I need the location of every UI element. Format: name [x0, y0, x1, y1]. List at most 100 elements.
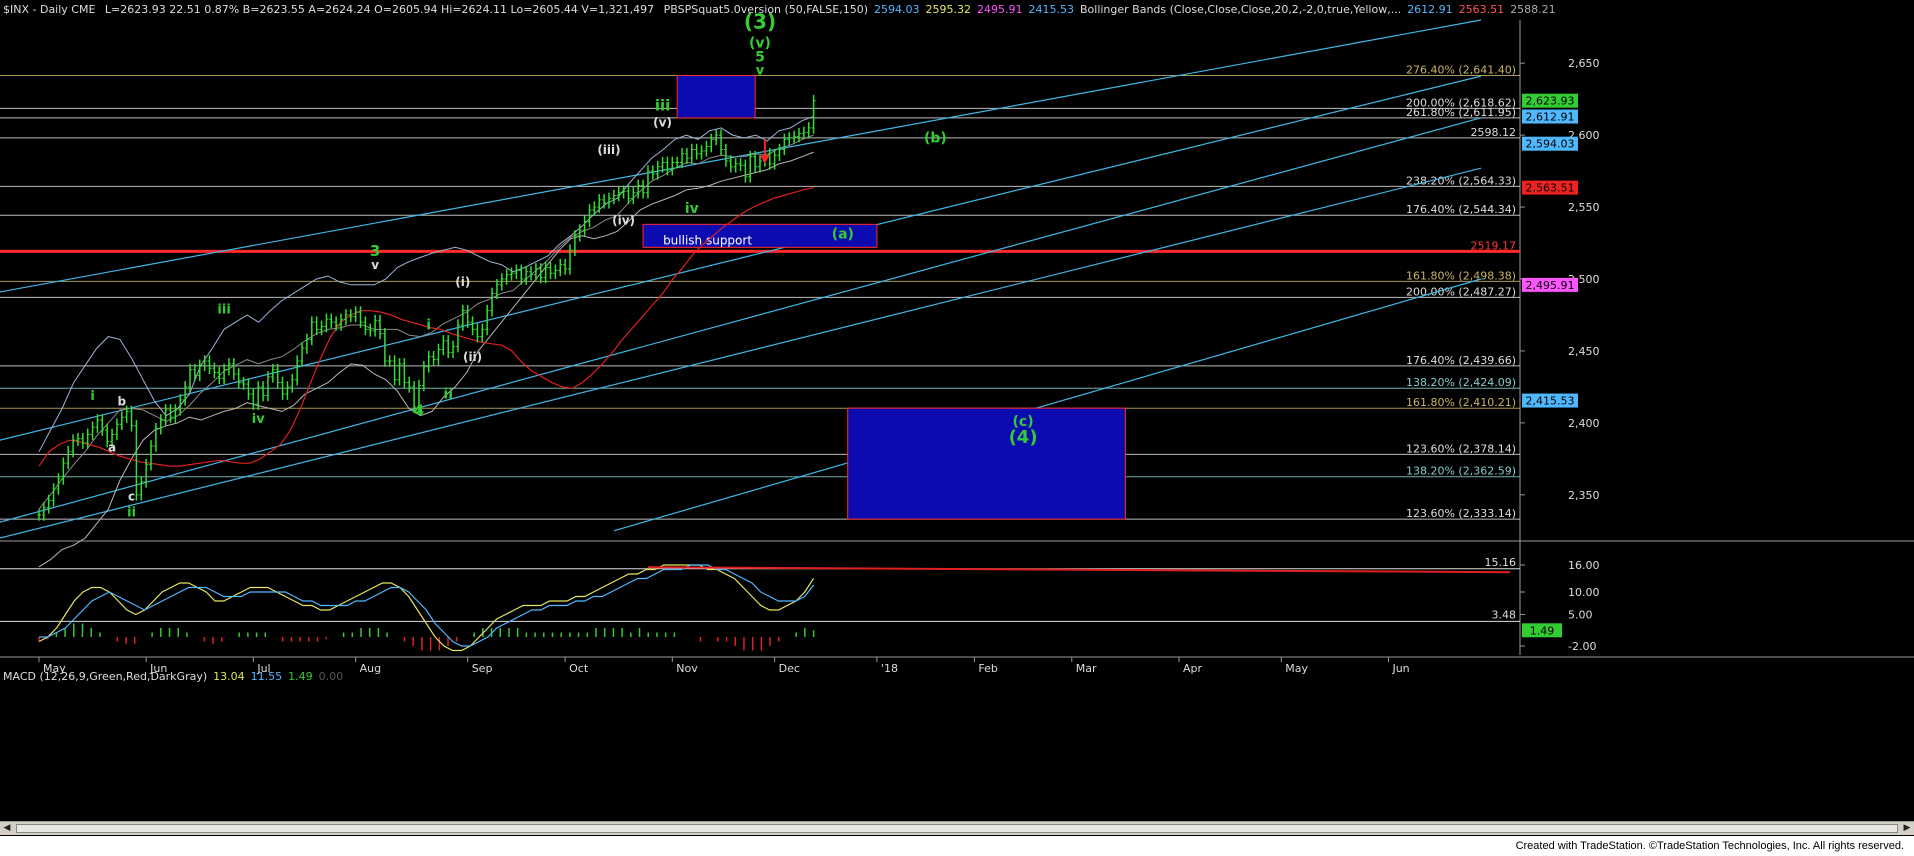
- study-label: PBSPSquat5.0version (50,FALSE,150): [664, 3, 868, 16]
- macd-signal-line: [39, 564, 815, 647]
- symbol-label: $INX - Daily CME: [3, 3, 95, 16]
- header-value: 11.55: [251, 670, 283, 683]
- quote-label: L=2623.93 22.51 0.87% B=2623.55 A=2624.2…: [105, 3, 654, 16]
- fib-level-label: 138.20% (2,362.59): [1406, 465, 1516, 478]
- macd-tick-label: 16.00: [1568, 559, 1600, 572]
- scroll-right-arrow-icon[interactable]: ▶: [1900, 822, 1914, 835]
- price-chart[interactable]: 276.40% (2,641.40)200.00% (2,618.62)261.…: [0, 0, 1914, 822]
- date-tick-label: Sep: [472, 662, 493, 675]
- fib-level-label: 138.20% (2,424.09): [1406, 376, 1516, 389]
- wave-label: (iii): [597, 143, 620, 157]
- macd-panel: 15.16 3.48 16.00 10.00 5.00 -2.00 1.49: [0, 556, 1600, 653]
- price-tick-label: 2,650: [1568, 57, 1600, 70]
- header-value: 2495.91: [977, 3, 1023, 16]
- date-tick-label: Dec: [779, 662, 800, 675]
- fib-level-label: 123.60% (2,333.14): [1406, 507, 1516, 520]
- wave-label: c: [128, 490, 135, 504]
- price-badge-label: 2,612.91: [1526, 111, 1575, 124]
- symbol-title: $INX - Daily CME L=2623.93 22.51 0.87% B…: [3, 3, 868, 16]
- price-axis: 2,6502,6002,5502,5002,4502,4002,3502,623…: [1520, 57, 1600, 502]
- date-tick-label: '18: [881, 662, 898, 675]
- wave-label: (b): [924, 130, 947, 146]
- price-tick-label: 2,400: [1568, 417, 1600, 430]
- fib-level-label: 123.60% (2,378.14): [1406, 442, 1516, 455]
- fib-level-label: 2598.12: [1471, 126, 1517, 139]
- fib-level-label: 176.40% (2,544.34): [1406, 203, 1516, 216]
- price-tick-label: 2,550: [1568, 201, 1600, 214]
- down-arrow-head-icon: [759, 155, 770, 164]
- target-box: [676, 75, 756, 119]
- wave-label: v: [371, 258, 379, 272]
- macd-tick-label: 5.00: [1568, 609, 1593, 622]
- channel-line: [0, 117, 1482, 523]
- price-badge-label: 2,415.53: [1526, 395, 1575, 408]
- header-value: 2415.53: [1028, 3, 1074, 16]
- macd-level-label: 3.48: [1492, 608, 1517, 621]
- fib-level-label: 238.20% (2,564.33): [1406, 174, 1516, 187]
- fib-level-label: 161.80% (2,498.38): [1406, 269, 1516, 282]
- wave-label: (ii): [463, 350, 482, 364]
- price-badge-label: 2,563.51: [1526, 182, 1575, 195]
- header-value: 2595.32: [925, 3, 971, 16]
- bollinger-values: 2612.91 2563.51 2588.21: [1407, 3, 1556, 16]
- wave-label: v: [756, 64, 765, 79]
- header-value: 2612.91: [1407, 3, 1453, 16]
- date-tick-label: Jun: [1391, 662, 1409, 675]
- scroll-thumb[interactable]: [16, 824, 1898, 833]
- channel-line: [0, 75, 1482, 441]
- date-tick-label: Aug: [360, 662, 381, 675]
- date-tick-label: Mar: [1076, 662, 1097, 675]
- bollinger-upper-band: [38, 116, 814, 452]
- fib-level-label: 2519.17: [1471, 239, 1517, 252]
- fib-level-label: 176.40% (2,439.66): [1406, 354, 1516, 367]
- wave-label: ii: [443, 386, 453, 402]
- fib-level-label: 261.80% (2,611.95): [1406, 106, 1516, 119]
- wave-label: a: [108, 441, 116, 455]
- header-value: 0.00: [319, 670, 344, 683]
- wave-label: iv: [685, 201, 699, 217]
- macd-tick-label: -2.00: [1568, 640, 1596, 653]
- header-value: 2588.21: [1510, 3, 1556, 16]
- header-value: 2594.03: [874, 3, 920, 16]
- wave-label: (iv): [612, 213, 635, 227]
- macd-label: MACD (12,26,9,Green,Red,DarkGray): [3, 670, 207, 683]
- date-tick-label: Oct: [569, 662, 589, 675]
- wave-label: iii: [655, 97, 670, 115]
- wave-label: (v): [653, 115, 672, 129]
- target-box: [847, 407, 1126, 520]
- header-value: 1.49: [288, 670, 313, 683]
- wave-label: iv: [252, 412, 265, 427]
- wave-label: iii: [217, 303, 230, 318]
- macd-level-label: 15.16: [1485, 556, 1517, 569]
- scroll-left-arrow-icon[interactable]: ◀: [0, 822, 14, 835]
- study-values: 2594.03 2595.32 2495.91 2415.53: [874, 3, 1074, 16]
- date-tick-label: Apr: [1183, 662, 1203, 675]
- wave-label: (i): [455, 275, 470, 289]
- macd-trend-line: [647, 566, 1511, 574]
- wave-label: 4: [414, 402, 424, 420]
- fib-level-label: 276.40% (2,641.40): [1406, 64, 1516, 77]
- footer-credit: Created with TradeStation. ©TradeStation…: [0, 836, 1914, 856]
- price-badge-label: 2,623.93: [1526, 95, 1575, 108]
- price-panel: 276.40% (2,641.40)200.00% (2,618.62)261.…: [0, 10, 1520, 568]
- macd-values: 13.04 11.55 1.49 0.00: [213, 670, 343, 683]
- horizontal-scrollbar[interactable]: ◀ ▶: [0, 821, 1914, 835]
- fib-level-label: 161.80% (2,410.21): [1406, 396, 1516, 409]
- bollinger-label: Bollinger Bands (Close,Close,Close,20,2,…: [1080, 3, 1401, 16]
- macd-tick-label: 10.00: [1568, 586, 1600, 599]
- date-tick-label: Feb: [978, 662, 997, 675]
- date-tick-label: Nov: [676, 662, 698, 675]
- header-value: 2563.51: [1459, 3, 1505, 16]
- header-value: 13.04: [213, 670, 245, 683]
- wave-label: (4): [1009, 427, 1038, 448]
- price-badge-label: 2,495.91: [1526, 279, 1575, 292]
- wave-label: b: [117, 395, 126, 409]
- grid-layer: [0, 20, 1914, 658]
- date-tick-label: May: [1285, 662, 1308, 675]
- macd-line: [38, 564, 815, 652]
- price-badge-label: 2,594.03: [1526, 138, 1575, 151]
- price-tick-label: 2,350: [1568, 489, 1600, 502]
- wave-label: i: [90, 389, 94, 404]
- channel-line: [0, 167, 1482, 539]
- macd-badge-label: 1.49: [1530, 624, 1555, 637]
